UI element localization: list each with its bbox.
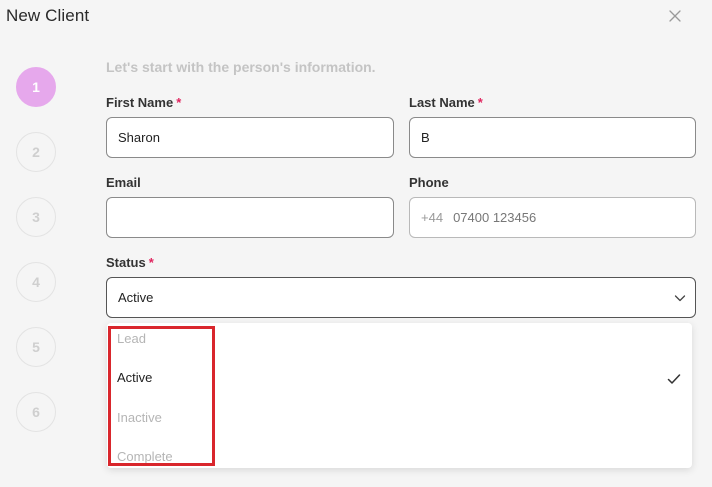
- status-label-text: Status: [106, 255, 146, 270]
- step-5-indicator[interactable]: 5: [16, 327, 56, 367]
- first-name-input[interactable]: Sharon: [106, 117, 394, 158]
- dialog-title: New Client: [6, 6, 90, 25]
- status-select[interactable]: Active: [106, 277, 696, 318]
- status-option-active[interactable]: Active: [117, 370, 152, 385]
- last-name-label-text: Last Name: [409, 95, 475, 110]
- intro-text: Let's start with the person's informatio…: [106, 59, 376, 75]
- step-4-indicator[interactable]: 4: [16, 262, 56, 302]
- last-name-input[interactable]: B: [409, 117, 696, 158]
- required-asterisk: *: [477, 95, 483, 110]
- step-3-indicator[interactable]: 3: [16, 197, 56, 237]
- phone-label-text: Phone: [409, 175, 449, 190]
- status-option-inactive[interactable]: Inactive: [117, 410, 162, 425]
- phone-input[interactable]: +44 07400 123456: [409, 197, 696, 238]
- first-name-label-text: First Name: [106, 95, 174, 110]
- status-label: Status *: [106, 255, 154, 270]
- required-asterisk: *: [176, 95, 182, 110]
- status-option-lead[interactable]: Lead: [117, 331, 146, 346]
- step-2-indicator[interactable]: 2: [16, 132, 56, 172]
- close-icon[interactable]: [667, 8, 683, 24]
- first-name-label: First Name *: [106, 95, 181, 110]
- email-label: Email: [106, 175, 141, 190]
- last-name-label: Last Name *: [409, 95, 483, 110]
- phone-label: Phone: [409, 175, 449, 190]
- first-name-value: Sharon: [118, 130, 160, 145]
- status-selected-value: Active: [118, 290, 154, 305]
- status-dropdown-menu: Lead Active Inactive Complete: [107, 323, 692, 468]
- email-label-text: Email: [106, 175, 141, 190]
- phone-country-prefix: +44: [421, 210, 444, 225]
- phone-placeholder: 07400 123456: [453, 210, 537, 225]
- chevron-down-icon: [674, 295, 686, 302]
- checkmark-icon: [667, 374, 681, 384]
- step-1-indicator: 1: [16, 67, 56, 107]
- status-option-complete[interactable]: Complete: [117, 449, 173, 464]
- required-asterisk: *: [148, 255, 154, 270]
- email-input[interactable]: [106, 197, 394, 238]
- step-6-indicator[interactable]: 6: [16, 392, 56, 432]
- last-name-value: B: [421, 130, 430, 145]
